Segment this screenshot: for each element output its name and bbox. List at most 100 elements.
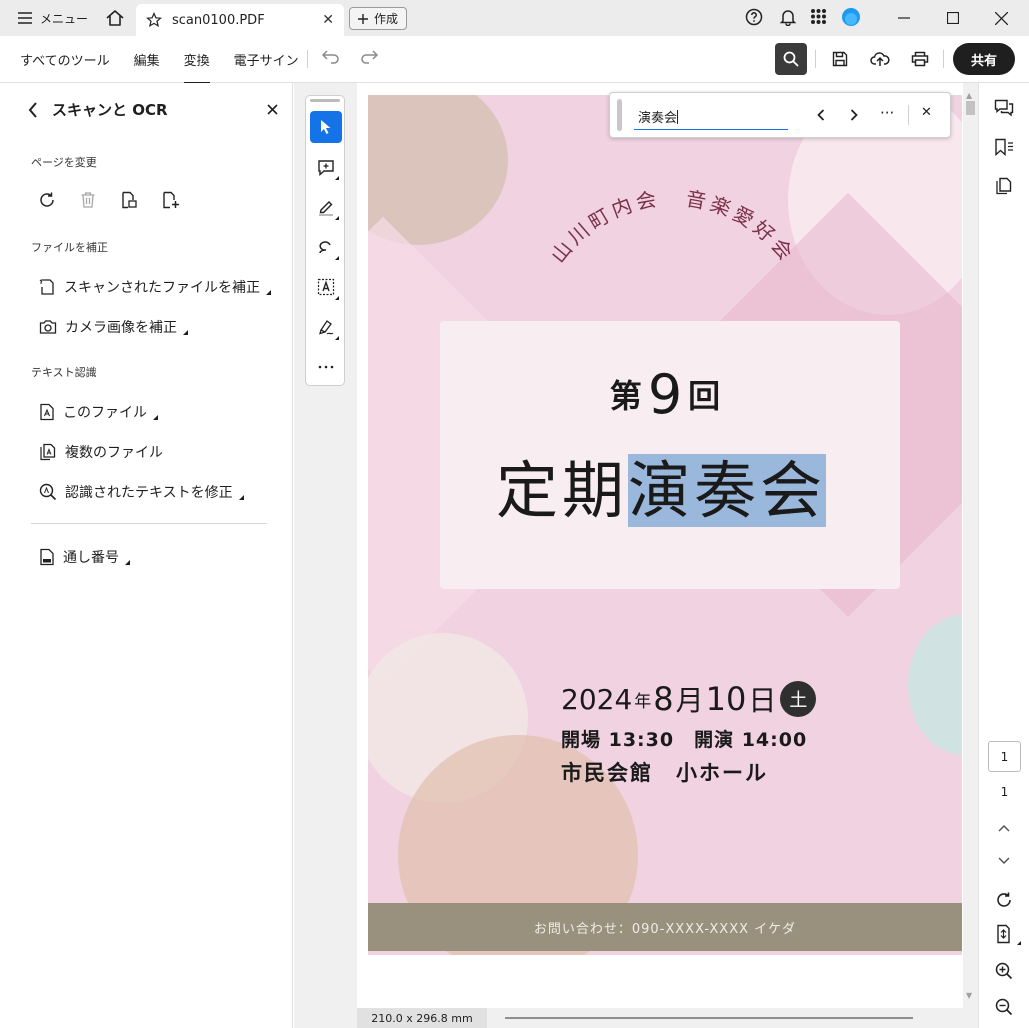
page-total: 1: [1000, 785, 1009, 799]
find-input[interactable]: 演奏会: [634, 103, 788, 130]
create-button[interactable]: 作成: [349, 7, 408, 30]
refresh-button[interactable]: [993, 889, 1015, 911]
text-cursor: [677, 110, 679, 124]
find-close-button[interactable]: ✕: [921, 105, 932, 120]
avatar[interactable]: [842, 8, 860, 26]
tab-close-icon[interactable]: ✕: [322, 12, 334, 28]
find-bar-handle[interactable]: [617, 99, 622, 131]
tab-edit[interactable]: 編集: [134, 50, 160, 69]
print-button[interactable]: [904, 43, 936, 75]
next-page-button[interactable]: [993, 850, 1015, 872]
zoom-out-button[interactable]: [993, 996, 1015, 1018]
sign-tool[interactable]: [310, 311, 342, 343]
maximize-button[interactable]: [930, 6, 976, 30]
previous-page-button[interactable]: [993, 817, 1015, 839]
extract-page-icon[interactable]: [120, 191, 138, 209]
fix-recognized-text-item[interactable]: 認識されたテキストを修正: [39, 482, 244, 502]
edition-suffix: 回: [688, 377, 721, 415]
contact-footer: お問い合わせ：090-XXXX-XXXX イケダ: [368, 903, 962, 951]
edition-line: 第9回: [368, 363, 962, 426]
page-number-input[interactable]: 1: [988, 741, 1021, 772]
search-button[interactable]: [775, 43, 807, 75]
more-tools-button[interactable]: [310, 351, 342, 383]
comments-panel-button[interactable]: [993, 97, 1015, 119]
find-next-icon[interactable]: [850, 109, 858, 121]
horizontal-scrollbar[interactable]: [505, 1017, 913, 1019]
minimize-icon: [898, 17, 910, 19]
pages-panel-button[interactable]: [993, 175, 1015, 197]
share-button[interactable]: 共有: [953, 43, 1015, 75]
tab-esign[interactable]: 電子サイン: [234, 50, 299, 69]
tab-title: scan0100.PDF: [172, 12, 265, 28]
multiple-files-item[interactable]: 複数のファイル: [39, 442, 163, 462]
window-close-icon: [994, 11, 1008, 25]
rotate-icon[interactable]: [38, 191, 56, 209]
toolbar-divider: [815, 50, 816, 68]
submenu-indicator: [125, 559, 130, 565]
event-venue: 市民会館 小ホール: [561, 761, 768, 785]
find-previous-icon[interactable]: [817, 109, 825, 121]
draw-tool[interactable]: [310, 231, 342, 263]
highlight-tool[interactable]: [310, 191, 342, 223]
fix-camera-label: カメラ画像を補正: [65, 320, 177, 336]
tab-convert[interactable]: 変換: [183, 50, 210, 84]
panel-divider: [31, 523, 267, 524]
this-file-item[interactable]: このファイル: [39, 402, 158, 422]
search-icon: [783, 51, 799, 67]
redo-icon[interactable]: [359, 48, 379, 64]
home-icon: [106, 10, 124, 26]
home-button[interactable]: [105, 8, 125, 28]
find-options-button[interactable]: ···: [880, 104, 894, 122]
bates-numbering-item[interactable]: 通し番号: [39, 547, 130, 567]
scroll-mode-button[interactable]: [993, 923, 1021, 945]
zoom-out-icon: [995, 998, 1013, 1016]
save-button[interactable]: [824, 43, 856, 75]
ocr-multiple-files-icon: [40, 443, 56, 461]
add-comment-tool[interactable]: [310, 151, 342, 183]
fix-scanned-file-item[interactable]: スキャンされたファイルを補正: [39, 277, 271, 297]
toolbar-divider: [307, 50, 308, 68]
tab-all-tools[interactable]: すべてのツール: [20, 50, 110, 69]
pages-icon: [996, 177, 1012, 195]
this-file-label: このファイル: [63, 405, 147, 421]
pdf-page[interactable]: 山川町内会 音楽愛好会 第9回 定期演奏会 2024 年 8 月 10 日 土 …: [368, 95, 962, 955]
zoom-in-button[interactable]: [993, 960, 1015, 982]
bookmarks-panel-button[interactable]: [993, 136, 1015, 158]
upload-button[interactable]: [864, 43, 896, 75]
scroll-thumb[interactable]: [966, 101, 975, 115]
organizer-text: 山川町内会 音楽愛好会: [546, 186, 796, 267]
camera-icon: [39, 320, 57, 334]
vertical-scrollbar[interactable]: ▲ ▼: [963, 83, 978, 1008]
scroll-down-arrow-icon[interactable]: ▼: [966, 991, 972, 1000]
minimize-button[interactable]: [881, 6, 927, 30]
window-close-button[interactable]: [978, 6, 1024, 30]
event-times: 開場 13:30 開演 14:00: [561, 729, 808, 751]
submenu-indicator: [266, 289, 271, 295]
tools-grip[interactable]: [310, 99, 340, 102]
search-text-icon: [39, 483, 57, 501]
undo-redo-group: [321, 48, 379, 64]
submenu-indicator: [335, 176, 339, 180]
star-icon[interactable]: [146, 12, 162, 28]
select-tool[interactable]: [310, 111, 342, 143]
back-arrow-icon[interactable]: [28, 101, 38, 118]
freehand-icon: [319, 241, 331, 254]
notifications-button[interactable]: [779, 8, 797, 26]
scroll-up-arrow-icon[interactable]: ▲: [966, 91, 972, 100]
chevron-up-icon: [998, 824, 1010, 832]
panel-close-icon[interactable]: [267, 104, 278, 115]
insert-page-icon[interactable]: [161, 191, 181, 209]
document-tab[interactable]: scan0100.PDF ✕: [136, 4, 344, 36]
event-title: 定期演奏会: [496, 440, 827, 530]
fix-camera-image-item[interactable]: カメラ画像を補正: [39, 317, 188, 337]
right-rail: 1 1: [978, 83, 1029, 1028]
help-button[interactable]: [745, 8, 763, 26]
panel-header: スキャンと OCR: [28, 99, 278, 120]
section-text-recognition: テキスト認識: [31, 366, 97, 379]
menu-button[interactable]: メニュー: [18, 8, 88, 28]
text-box-tool[interactable]: [310, 271, 342, 303]
highlighter-icon: [319, 201, 333, 216]
apps-button[interactable]: [810, 8, 827, 25]
undo-icon[interactable]: [321, 48, 341, 64]
find-divider: [908, 105, 909, 125]
